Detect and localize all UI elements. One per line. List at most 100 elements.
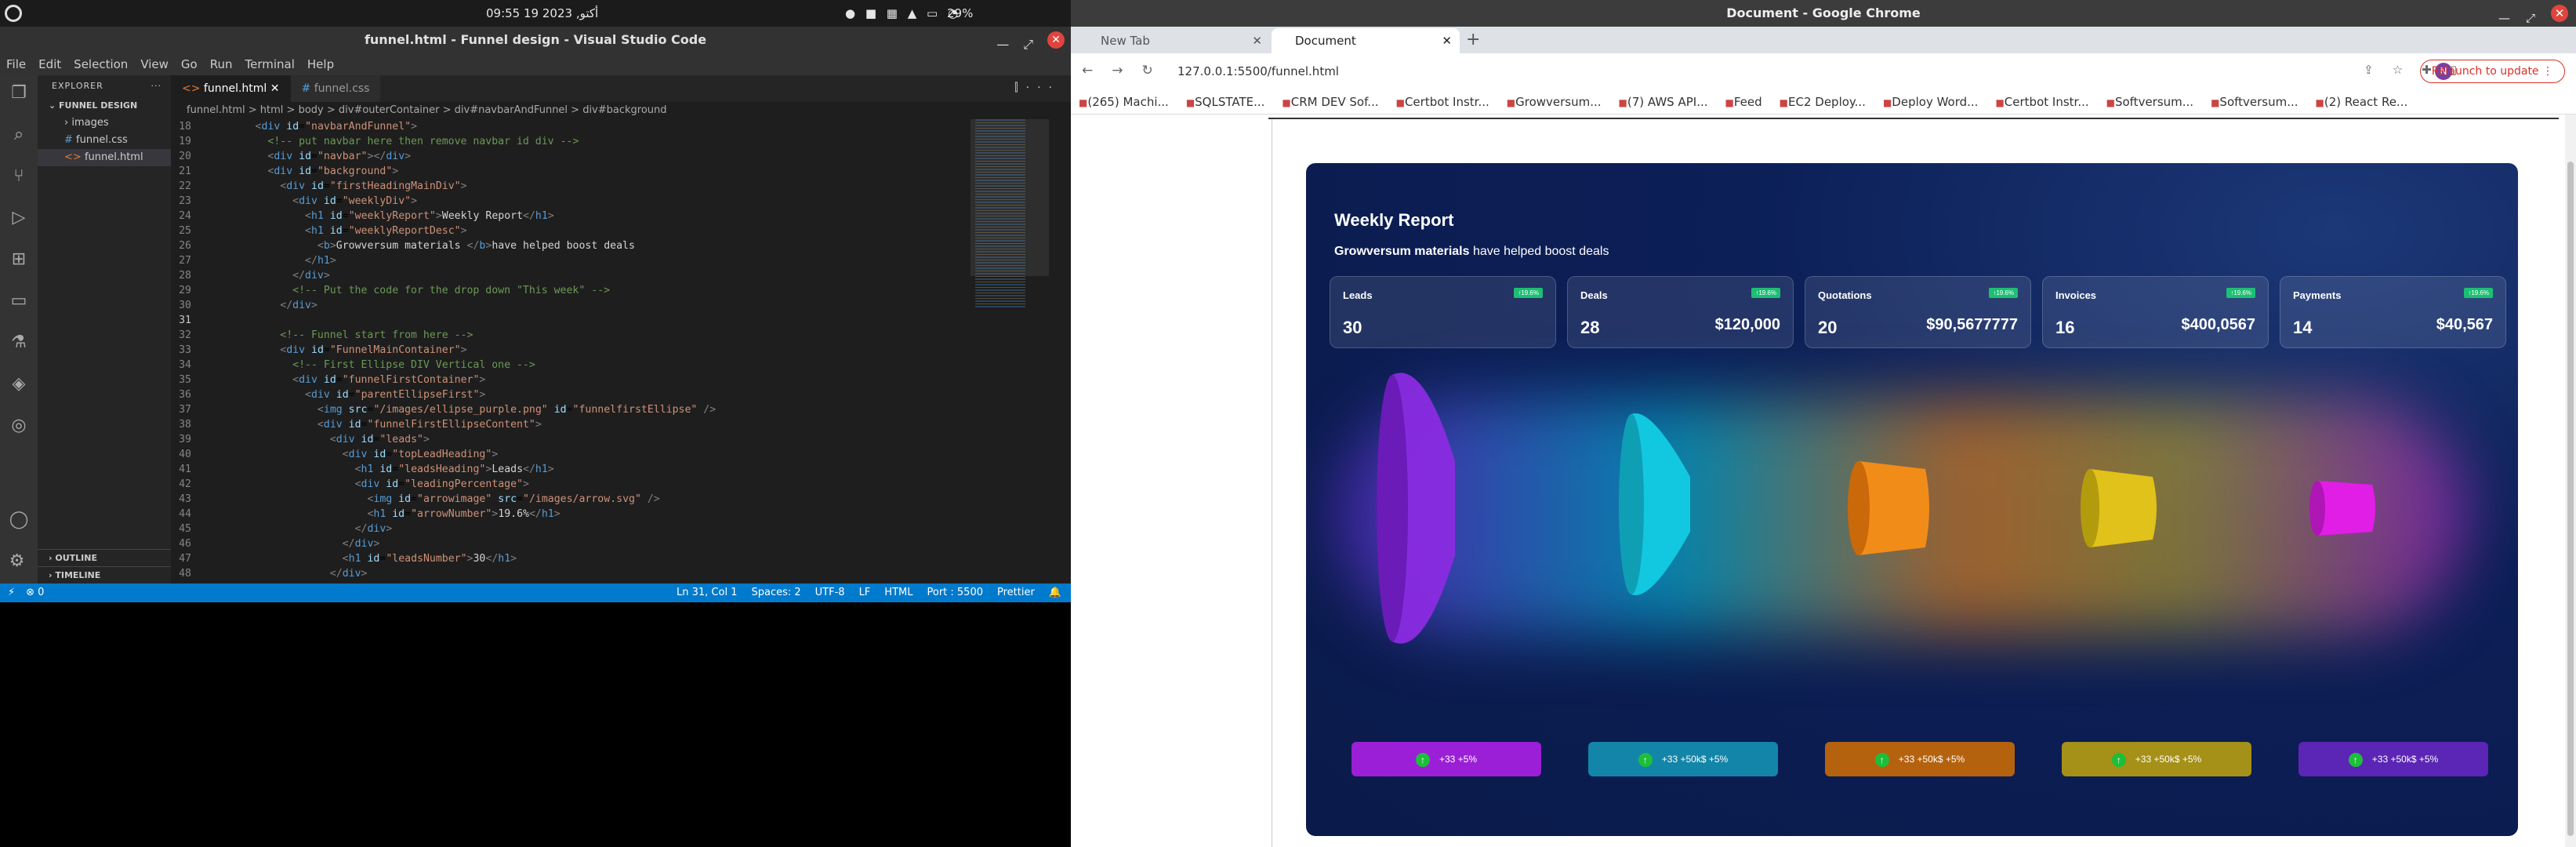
bookmark-item[interactable]: Certbot Instr...: [1995, 89, 2089, 114]
minimap[interactable]: [971, 119, 1049, 583]
reload-icon[interactable]: ↻: [1142, 63, 1153, 78]
share-icon[interactable]: ⇪: [2364, 63, 2374, 77]
tab-funnel-css[interactable]: # funnel.css: [290, 75, 381, 102]
card-leads[interactable]: Leads ↑19.6% 30: [1330, 276, 1556, 348]
bookmark-item[interactable]: Softversum...: [2211, 89, 2298, 114]
code-line[interactable]: 33 <div id="FunnelMainContainer">: [171, 343, 1071, 358]
indentation[interactable]: Spaces: 2: [751, 583, 800, 602]
bookmark-item[interactable]: Certbot Instr...: [1396, 89, 1489, 114]
outline-section[interactable]: › OUTLINE: [38, 549, 171, 566]
new-tab-icon[interactable]: +: [1466, 30, 1480, 49]
menu-view[interactable]: View: [140, 53, 169, 75]
bookmark-item[interactable]: Growversum...: [1507, 89, 1601, 114]
chip-payments[interactable]: ↑ +33 +50k$ +5%: [2298, 742, 2488, 776]
code-line[interactable]: 46 </div>: [171, 536, 1071, 551]
cursor-position[interactable]: Ln 31, Col 1: [677, 583, 737, 602]
language-mode[interactable]: HTML: [884, 583, 912, 602]
settings-gear-icon[interactable]: ⚙: [9, 551, 29, 571]
testing-icon[interactable]: ⚗: [11, 333, 27, 352]
code-line[interactable]: 39 <div id="leads">: [171, 432, 1071, 447]
code-editor[interactable]: 18 <div id="navbarAndFunnel"> 19 <!-- put…: [171, 119, 1071, 583]
close-icon[interactable]: ✕: [2551, 5, 2568, 22]
file-funnel-html[interactable]: <> funnel.html: [38, 149, 171, 166]
more-actions-icon[interactable]: ···: [151, 75, 162, 97]
timeline-section[interactable]: › TIMELINE: [38, 566, 171, 583]
close-icon[interactable]: ✕: [1047, 31, 1065, 49]
breadcrumb[interactable]: funnel.html > html > body > div#outerCon…: [171, 102, 1071, 119]
bookmark-item[interactable]: CRM DEV Sof...: [1282, 89, 1379, 114]
file-funnel-css[interactable]: # funnel.css: [38, 132, 171, 149]
prettier-status[interactable]: Prettier: [997, 583, 1035, 602]
menu-help[interactable]: Help: [307, 53, 334, 75]
relaunch-button[interactable]: Relaunch to update ⋮: [2419, 60, 2565, 83]
chip-quotations[interactable]: ↑ +33 +50k$ +5%: [1825, 742, 2015, 776]
card-deals[interactable]: Deals ↑19.6% 28 $120,000: [1567, 276, 1794, 348]
run-debug-icon[interactable]: ▷: [13, 208, 26, 227]
code-line[interactable]: 35 <div id="funnelFirstContainer">: [171, 373, 1071, 387]
bookmark-item[interactable]: Deploy Word...: [1883, 89, 1978, 114]
page-viewport[interactable]: Weekly Report Growversum materials have …: [1071, 115, 2576, 847]
folder-images[interactable]: › images: [38, 115, 171, 132]
code-line[interactable]: 23 <div id="weeklyDiv">: [171, 194, 1071, 209]
tab-close-icon[interactable]: ✕: [1252, 28, 1262, 53]
bookmark-item[interactable]: Softversum...: [2106, 89, 2193, 114]
bookmark-item[interactable]: (265) Machi...: [1079, 89, 1168, 114]
bookmark-item[interactable]: EC2 Deploy...: [1780, 89, 1866, 114]
docker-icon[interactable]: ◈: [13, 374, 26, 394]
code-line[interactable]: 21 <div id="background">: [171, 164, 1071, 179]
menu-edit[interactable]: Edit: [38, 53, 61, 75]
files-icon[interactable]: ❐: [11, 83, 27, 103]
menu-run[interactable]: Run: [210, 53, 233, 75]
code-line[interactable]: 32 <!-- Funnel start from here -->: [171, 328, 1071, 343]
card-invoices[interactable]: Invoices ↑19.6% 16 $400,0567: [2042, 276, 2269, 348]
code-line[interactable]: 24 <h1 id="weeklyReport">Weekly Report</…: [171, 209, 1071, 224]
code-line[interactable]: 27 </h1>: [171, 253, 1071, 268]
menu-terminal[interactable]: Terminal: [245, 53, 295, 75]
code-line[interactable]: 29 <!-- Put the code for the drop down "…: [171, 283, 1071, 298]
code-line[interactable]: 26 <b>Growversum materials </b>have help…: [171, 238, 1071, 253]
live-server-port[interactable]: Port : 5500: [927, 583, 983, 602]
search-icon[interactable]: ⌕: [14, 125, 24, 144]
tab-document[interactable]: Document ✕: [1272, 28, 1460, 53]
account-icon[interactable]: ◯: [9, 510, 29, 529]
source-control-icon[interactable]: ⑂: [13, 166, 24, 186]
bookmark-star-icon[interactable]: ☆: [2393, 63, 2403, 77]
card-payments[interactable]: Payments ↑19.6% 14 $40,567: [2280, 276, 2506, 348]
code-line[interactable]: 34 <!-- First Ellipse DIV Vertical one -…: [171, 358, 1071, 373]
workspace-folder[interactable]: ⌄ FUNNEL DESIGN: [38, 97, 171, 115]
code-line[interactable]: 43 <img id="arrowimage" src="/images/arr…: [171, 492, 1071, 507]
code-line[interactable]: 48 </div>: [171, 566, 1071, 581]
code-line[interactable]: 40 <div id="topLeadHeading">: [171, 447, 1071, 462]
eol[interactable]: LF: [859, 583, 871, 602]
bookmark-item[interactable]: (2) React Re...: [2316, 89, 2407, 114]
remote-indicator-icon[interactable]: ⚡: [8, 583, 15, 602]
code-line[interactable]: 22 <div id="firstHeadingMainDiv">: [171, 179, 1071, 194]
bookmark-item[interactable]: (7) AWS API...: [1619, 89, 1708, 114]
code-line[interactable]: 30 </div>: [171, 298, 1071, 313]
notifications-icon[interactable]: 🔔: [1049, 583, 1061, 602]
code-line[interactable]: 36 <div id="parentEllipseFirst">: [171, 387, 1071, 402]
code-line[interactable]: 47 <h1 id="leadsNumber">30</h1>: [171, 551, 1071, 566]
chip-invoices[interactable]: ↑ +33 +50k$ +5%: [2062, 742, 2251, 776]
extensions-icon[interactable]: ⊞: [12, 249, 26, 269]
code-line[interactable]: 37 <img src="/images/ellipse_purple.png"…: [171, 402, 1071, 417]
code-line[interactable]: 44 <h1 id="arrowNumber">19.6%</h1>: [171, 507, 1071, 522]
forward-icon[interactable]: →: [1112, 63, 1123, 78]
code-line[interactable]: 41 <h1 id="leadsHeading">Leads</h1>: [171, 462, 1071, 477]
bookmark-item[interactable]: Feed: [1725, 89, 1762, 114]
menu-selection[interactable]: Selection: [74, 53, 128, 75]
chip-leads[interactable]: ↑ +33 +5%: [1351, 742, 1541, 776]
code-line[interactable]: 28 </div>: [171, 268, 1071, 283]
page-scrollbar[interactable]: [2565, 115, 2576, 847]
remote-explorer-icon[interactable]: ▭: [11, 291, 27, 311]
problems-indicator[interactable]: ⊗ 0: [26, 583, 44, 602]
bookmark-item[interactable]: SQLSTATE...: [1186, 89, 1264, 114]
live-share-icon[interactable]: ◎: [11, 416, 26, 435]
code-line[interactable]: 31: [171, 313, 1071, 328]
code-line[interactable]: 45 </div>: [171, 522, 1071, 536]
code-line[interactable]: 19 <!-- put navbar here then remove navb…: [171, 134, 1071, 149]
code-line[interactable]: 20 <div id="navbar"></div>: [171, 149, 1071, 164]
menu-file[interactable]: File: [6, 53, 26, 75]
address-bar[interactable]: 127.0.0.1:5500/funnel.html: [1159, 60, 2217, 83]
back-icon[interactable]: ←: [1082, 63, 1093, 78]
